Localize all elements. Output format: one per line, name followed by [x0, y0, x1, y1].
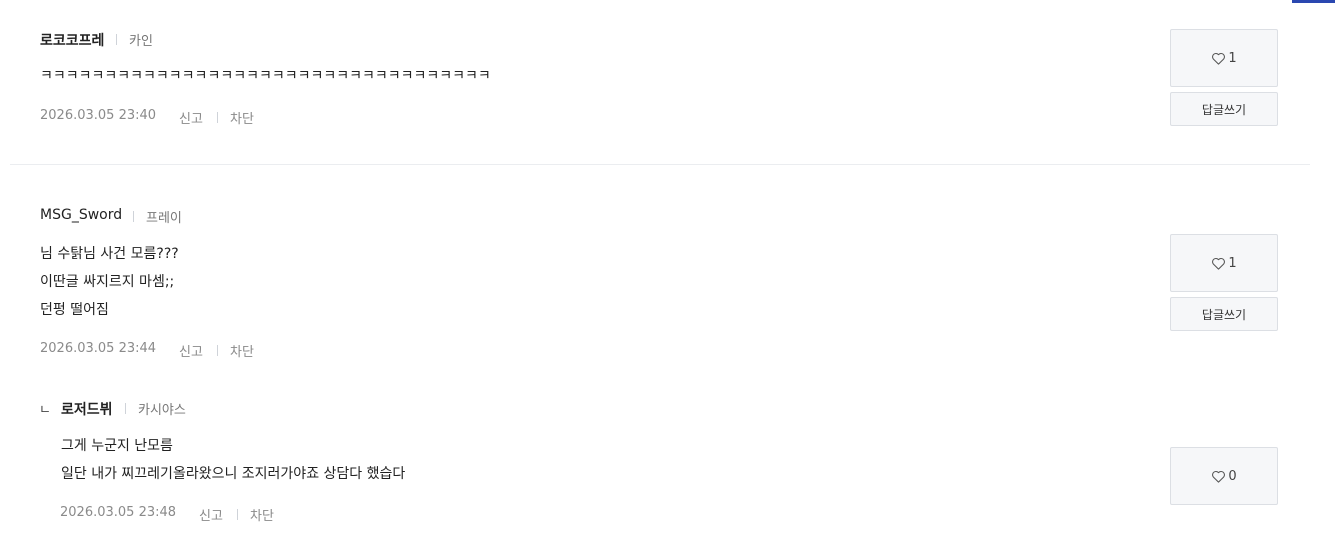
like-button[interactable]: 0: [1170, 447, 1278, 505]
reply-button[interactable]: 답글쓰기: [1170, 92, 1278, 126]
comment-date: 2026.03.05 23:44: [40, 341, 157, 356]
like-button[interactable]: 1: [1170, 29, 1278, 87]
reply-button[interactable]: 답글쓰기: [1170, 297, 1278, 331]
comment-date: 2026.03.05 23:40: [40, 108, 157, 123]
meta-separator: [116, 34, 117, 45]
report-link[interactable]: 신고: [179, 341, 203, 360]
action-separator: [217, 112, 218, 123]
report-link[interactable]: 신고: [199, 505, 223, 524]
reply-text-line: 일단 내가 찌끄레기올라왔으니 조지러가야죠 상담다 했습다: [61, 466, 406, 482]
heart-icon: [1212, 257, 1226, 270]
action-separator: [217, 345, 218, 356]
block-link[interactable]: 차단: [230, 108, 254, 127]
heart-icon: [1212, 52, 1226, 65]
like-button[interactable]: 1: [1170, 234, 1278, 292]
comment-author[interactable]: 로코코프레: [40, 30, 104, 50]
comment-author[interactable]: MSG_Sword: [40, 207, 122, 223]
like-count: 1: [1228, 50, 1237, 66]
meta-separator: [125, 403, 126, 414]
comment-text-line: 던펑 떨어짐: [40, 302, 109, 318]
comment-game: 카인: [129, 34, 153, 49]
block-link[interactable]: 차단: [250, 505, 274, 524]
meta-separator: [133, 211, 134, 222]
top-accent-bar: [1292, 0, 1335, 3]
reply-text-line: 그게 누군지 난모름: [61, 438, 173, 454]
comment-game: 프레이: [146, 211, 182, 226]
comment-text-line: 님 수탉님 사건 모름???: [40, 246, 179, 262]
heart-icon: [1212, 470, 1226, 483]
reply-date: 2026.03.05 23:48: [60, 505, 177, 520]
like-count: 0: [1228, 468, 1237, 484]
action-separator: [237, 509, 238, 520]
comment-divider: [10, 164, 1310, 165]
reply-author[interactable]: 로저드뷔: [61, 399, 113, 419]
report-link[interactable]: 신고: [179, 108, 203, 127]
reply-indicator: ㄴ: [39, 403, 51, 418]
reply-game: 카시야스: [138, 403, 186, 418]
comment-text-line: 이딴글 싸지르지 마셈;;: [40, 274, 175, 290]
comment-text-line: ㅋㅋㅋㅋㅋㅋㅋㅋㅋㅋㅋㅋㅋㅋㅋㅋㅋㅋㅋㅋㅋㅋㅋㅋㅋㅋㅋㅋㅋㅋㅋㅋㅋㅋㅋ: [40, 68, 491, 84]
like-count: 1: [1228, 255, 1237, 271]
block-link[interactable]: 차단: [230, 341, 254, 360]
